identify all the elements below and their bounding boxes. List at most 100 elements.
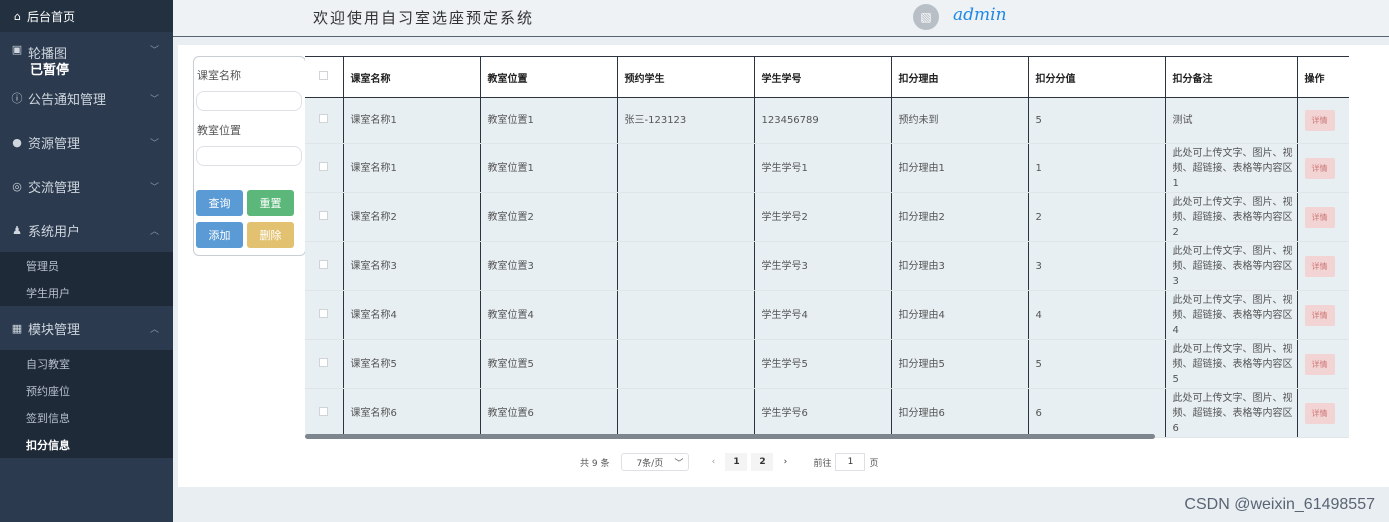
cell-room-location: 教室位置3 [480, 241, 618, 291]
page-unit-label: 页 [869, 458, 879, 469]
avatar[interactable]: ▧ [913, 4, 939, 30]
cell-student-id: 学生学号4 [754, 290, 892, 340]
cell-student-id: 学生学号6 [754, 388, 892, 438]
cell-reason: 扣分理由1 [891, 143, 1029, 193]
reset-button[interactable]: 重置 [247, 190, 294, 216]
column-header: 扣分理由 [891, 56, 1029, 98]
cell-student [617, 290, 755, 340]
cell-remark: 此处可上传文字、图片、视频、超链接、表格等内容区5 [1165, 339, 1298, 389]
sidebar-group-modules[interactable]: ▦ 模块管理 ︿ [0, 306, 173, 350]
chat-icon: ◎ [12, 179, 22, 193]
sidebar-home[interactable]: ⌂ 后台首页 [0, 0, 173, 32]
detail-button[interactable]: 详情 [1304, 255, 1335, 277]
sidebar-home-label: 后台首页 [26, 9, 75, 24]
row-select-cell [305, 339, 344, 389]
cell-reason: 扣分理由5 [891, 339, 1029, 389]
cell-student-id: 学生学号5 [754, 339, 892, 389]
chevron-down-icon: ﹀ [674, 458, 684, 469]
row-select-cell [305, 143, 344, 193]
sidebar-submenu-system-users: 管理员 学生用户 [0, 252, 173, 306]
cell-room-location: 教室位置5 [480, 339, 618, 389]
column-header: 教室位置 [480, 56, 618, 98]
goto-page-input[interactable]: 1 [835, 453, 866, 471]
detail-button[interactable]: 详情 [1304, 157, 1335, 179]
cell-student [617, 192, 755, 242]
row-checkbox[interactable] [319, 210, 329, 220]
search-panel: 课室名称 教室位置 查询 重置 添加 删除 [193, 56, 306, 256]
row-select-cell [305, 388, 344, 438]
column-header: 操作 [1297, 56, 1349, 98]
username[interactable]: admin [953, 5, 1007, 25]
detail-button[interactable]: 详情 [1304, 110, 1335, 131]
detail-button[interactable]: 详情 [1304, 304, 1335, 326]
chevron-up-icon: ︿ [149, 324, 159, 335]
chevron-down-icon: ﹀ [149, 94, 159, 105]
row-select-cell [305, 290, 344, 340]
sidebar-group-resources[interactable]: ● 资源管理 ﹀ [0, 120, 173, 164]
add-button[interactable]: 添加 [196, 222, 243, 248]
sidebar-group-notices[interactable]: ⓘ 公告通知管理 ﹀ [0, 76, 173, 120]
select-all-cell [305, 56, 344, 98]
cell-score: 5 [1028, 97, 1166, 144]
table-row: 课室名称2 教室位置2 学生学号2 扣分理由2 2 此处可上传文字、图片、视频、… [305, 192, 1349, 242]
sidebar-item-admin[interactable]: 管理员 [0, 252, 173, 279]
cell-student [617, 143, 755, 193]
select-all-checkbox[interactable] [319, 71, 329, 80]
detail-button[interactable]: 详情 [1304, 206, 1335, 228]
chevron-down-icon: ﹀ [149, 46, 159, 56]
cell-remark: 此处可上传文字、图片、视频、超链接、表格等内容区3 [1165, 241, 1298, 291]
cell-room-name: 课室名称1 [343, 143, 481, 193]
cell-room-name: 课室名称1 [343, 97, 481, 144]
cell-reason: 预约未到 [891, 97, 1029, 144]
row-checkbox[interactable] [319, 161, 329, 171]
cell-score: 5 [1028, 339, 1166, 389]
top-header: 欢迎使用自习室选座预定系统 ▧ admin [173, 0, 1389, 37]
cell-reason: 扣分理由4 [891, 290, 1029, 340]
cell-room-location: 教室位置6 [480, 388, 618, 438]
detail-button[interactable]: 详情 [1304, 402, 1335, 424]
room-name-input[interactable] [196, 91, 302, 111]
sidebar-group-system-users[interactable]: ♟ 系统用户 ︿ [0, 208, 173, 252]
row-checkbox[interactable] [319, 357, 329, 367]
data-table: 课室名称 教室位置 预约学生 学生学号 扣分理由 扣分分值 扣分备注 操作 课室… [305, 56, 1349, 440]
query-button[interactable]: 查询 [196, 190, 243, 216]
sidebar-item-seat-booking[interactable]: 预约座位 [0, 377, 173, 404]
page-number[interactable]: 2 [751, 453, 774, 471]
delete-button[interactable]: 删除 [247, 222, 294, 248]
cell-action: 详情 [1297, 339, 1349, 389]
room-location-input[interactable] [196, 146, 302, 166]
sidebar-group-carousel[interactable]: ▣ 轮播图 ﹀ 已暂停 [0, 32, 173, 78]
page-size-select[interactable]: 7条/页 ﹀ [621, 453, 690, 471]
cell-score: 4 [1028, 290, 1166, 340]
next-page-icon[interactable]: › [775, 457, 795, 467]
sidebar-item-student-users[interactable]: 学生用户 [0, 279, 173, 306]
cell-room-name: 课室名称3 [343, 241, 481, 291]
home-icon: ⌂ [14, 9, 21, 23]
cell-score: 2 [1028, 192, 1166, 242]
room-name-label: 课室名称 [197, 69, 241, 82]
horizontal-scrollbar[interactable] [305, 434, 1155, 439]
sidebar-item-study-rooms[interactable]: 自习教室 [0, 350, 173, 377]
sidebar-item-checkin[interactable]: 签到信息 [0, 404, 173, 431]
chevron-down-icon: ﹀ [149, 138, 159, 149]
page-size-value: 7条/页 [636, 458, 664, 469]
sidebar-group-label: 模块管理 [28, 322, 81, 338]
goto-label: 前往 [813, 458, 832, 469]
detail-button[interactable]: 详情 [1304, 353, 1335, 375]
cell-room-location: 教室位置2 [480, 192, 618, 242]
cell-remark: 此处可上传文字、图片、视频、超链接、表格等内容区4 [1165, 290, 1298, 340]
cell-score: 6 [1028, 388, 1166, 438]
sidebar-submenu-modules: 自习教室 预约座位 签到信息 扣分信息 [0, 350, 173, 458]
row-checkbox[interactable] [319, 259, 329, 269]
sidebar-group-label: 系统用户 [28, 224, 81, 240]
page-number[interactable]: 1 [725, 453, 748, 471]
prev-page-icon[interactable]: ‹ [703, 457, 723, 467]
chevron-up-icon: ︿ [149, 226, 159, 237]
cell-student-id: 学生学号1 [754, 143, 892, 193]
sidebar-item-deductions[interactable]: 扣分信息 [0, 431, 173, 458]
row-checkbox[interactable] [319, 308, 329, 318]
sidebar-group-communication[interactable]: ◎ 交流管理 ﹀ [0, 164, 173, 208]
row-checkbox[interactable] [319, 406, 329, 416]
cell-student [617, 241, 755, 291]
row-checkbox[interactable] [319, 114, 329, 123]
